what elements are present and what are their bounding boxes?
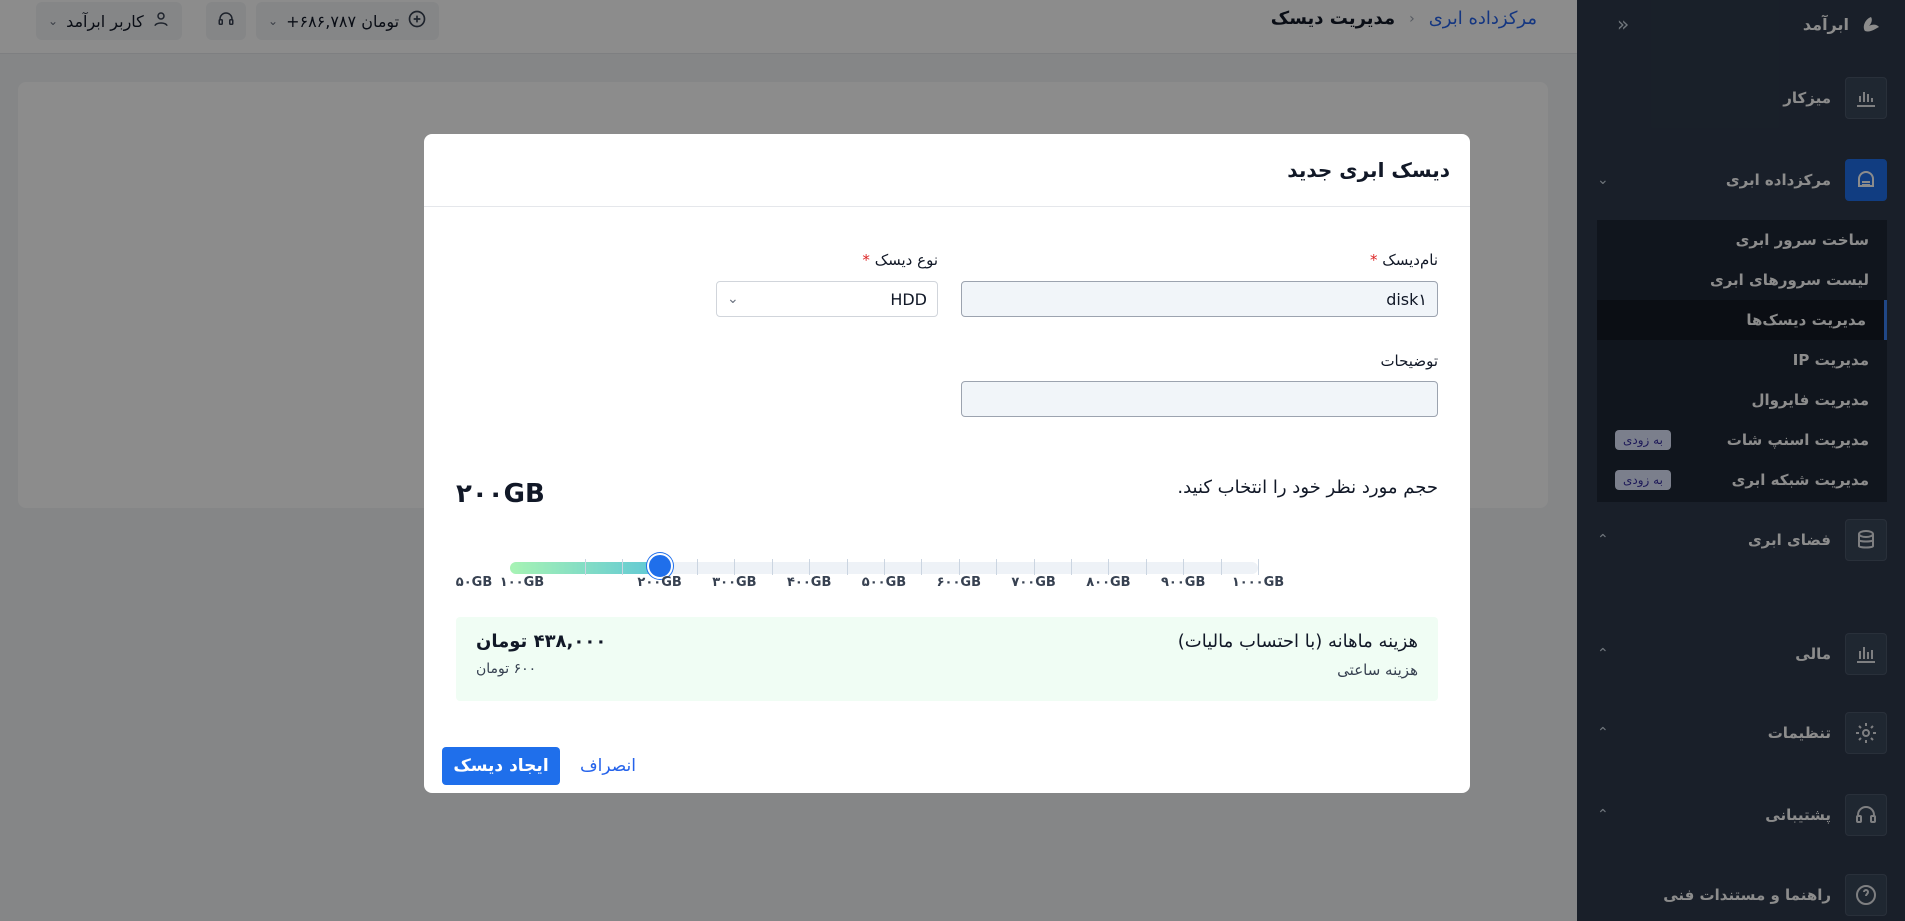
disk-name-field[interactable]: disk۱ xyxy=(961,281,1438,317)
slider-tick xyxy=(921,559,923,575)
disk-name-value: disk۱ xyxy=(1386,289,1427,309)
slider-tick xyxy=(1258,559,1259,575)
disk-name-label-text: نام‌دیسک xyxy=(1382,251,1438,269)
slider-tick-label: ۲۰۰GB xyxy=(637,575,682,590)
slider-tick xyxy=(1071,559,1072,575)
slider-tick-label: ۵۰۰GB xyxy=(861,575,907,590)
hourly-cost-value: ۶۰۰ تومان xyxy=(476,661,537,677)
slider-tick xyxy=(1033,559,1035,575)
slider-tick-label: ۳۰۰GB xyxy=(712,575,757,590)
disk-type-label: نوع دیسک * xyxy=(862,251,938,269)
description-label: توضیحات xyxy=(1380,352,1438,370)
slider-tick xyxy=(734,559,736,575)
slider-tick-label: ۶۰۰GB xyxy=(936,575,981,590)
hourly-cost-label: هزینه ساعتی xyxy=(1337,661,1418,679)
slider-tick xyxy=(1220,559,1222,575)
dialog-title: دیسک ابری جدید xyxy=(424,134,1470,207)
slider-tick-label: ۹۰۰GB xyxy=(1160,575,1206,590)
slider-tick-label: ۷۰۰GB xyxy=(1011,575,1056,590)
required-mark: * xyxy=(862,251,870,269)
size-prompt: حجم مورد نظر خود را انتخاب کنید. xyxy=(1177,477,1438,498)
disk-size-slider[interactable] xyxy=(490,553,1398,579)
cost-summary: هزینه ماهانه (با احتساب مالیات) هزینه سا… xyxy=(456,617,1438,701)
selected-size: ۲۰۰GB xyxy=(456,479,545,509)
create-disk-button[interactable]: ایجاد دیسک xyxy=(442,747,560,785)
slider-tick xyxy=(771,559,773,575)
slider-tick xyxy=(697,559,698,575)
chevron-down-icon: ⌄ xyxy=(727,291,739,307)
disk-type-value: HDD xyxy=(890,289,927,309)
slider-tick-label: ۸۰۰GB xyxy=(1086,575,1131,590)
monthly-cost-label: هزینه ماهانه (با احتساب مالیات) xyxy=(1177,631,1418,652)
slider-tick-label: ۵۰GB xyxy=(455,575,493,590)
slider-tick-label: ۱۰۰GB xyxy=(499,575,545,590)
slider-tick-labels: ۵۰GB ۱۰۰GB ۲۰۰GB ۳۰۰GB ۴۰۰GB ۵۰۰GB ۶۰۰GB ۷۰۰GB ۸… xyxy=(424,575,1470,593)
slider-tick xyxy=(622,559,624,575)
slider-tick xyxy=(884,559,885,575)
new-disk-dialog: دیسک ابری جدید نام‌دیسک * disk۱ نوع دیسک… xyxy=(424,134,1470,793)
slider-tick xyxy=(1108,559,1110,575)
required-mark: * xyxy=(1370,251,1378,269)
slider-tick-label: ۴۰۰GB xyxy=(786,575,832,590)
description-field[interactable] xyxy=(961,381,1438,417)
disk-name-label: نام‌دیسک * xyxy=(1370,251,1438,269)
slider-tick xyxy=(1183,559,1185,575)
slider-tick xyxy=(1145,559,1147,575)
slider-tick xyxy=(846,559,848,575)
slider-tick xyxy=(996,559,998,575)
cancel-button[interactable]: انصراف xyxy=(580,747,636,785)
slider-tick-label: ۱۰۰۰GB xyxy=(1231,575,1285,590)
monthly-cost-value: ۴۳۸,۰۰۰ تومان xyxy=(476,631,607,652)
slider-tick xyxy=(809,559,811,575)
slider-tick xyxy=(584,559,586,575)
disk-type-label-text: نوع دیسک xyxy=(874,251,938,269)
disk-type-select[interactable]: HDD ⌄ xyxy=(716,281,938,317)
slider-tick xyxy=(958,559,960,575)
